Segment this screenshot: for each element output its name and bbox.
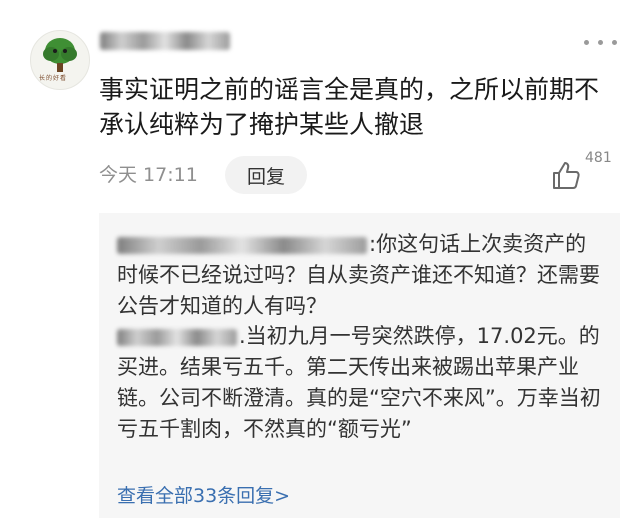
avatar-caption: 长的好看 xyxy=(39,75,68,82)
reply-button[interactable]: 回复 xyxy=(225,156,307,194)
reply-author-blurred[interactable] xyxy=(117,236,367,254)
more-options-icon[interactable] xyxy=(584,40,624,46)
username[interactable] xyxy=(100,27,230,55)
reply-item: :你这句话上次卖资产的时候不已经说过吗？自从卖资产谁还不知道？还需要公告才知道的… xyxy=(117,229,607,322)
reply-author-blurred[interactable] xyxy=(117,328,237,346)
post-time: 今天 17:11 xyxy=(99,164,198,186)
view-all-replies-link[interactable]: 查看全部33条回复> xyxy=(117,481,290,508)
post-text: 事实证明之前的谣言全是真的，之所以前期不承认纯粹为了掩护某些人撤退 xyxy=(99,75,600,139)
username-blurred xyxy=(100,32,230,50)
reply-item: .当初九月一号突然跌停，17.02元。的买进。结果亏五千。第二天传出来被踢出苹果… xyxy=(117,321,607,445)
like-count: 481 xyxy=(585,150,612,166)
replies-panel: :你这句话上次卖资产的时候不已经说过吗？自从卖资产谁还不知道？还需要公告才知道的… xyxy=(99,213,620,518)
thumbs-up-icon[interactable] xyxy=(550,160,582,192)
avatar[interactable]: 长的好看 xyxy=(30,30,90,90)
